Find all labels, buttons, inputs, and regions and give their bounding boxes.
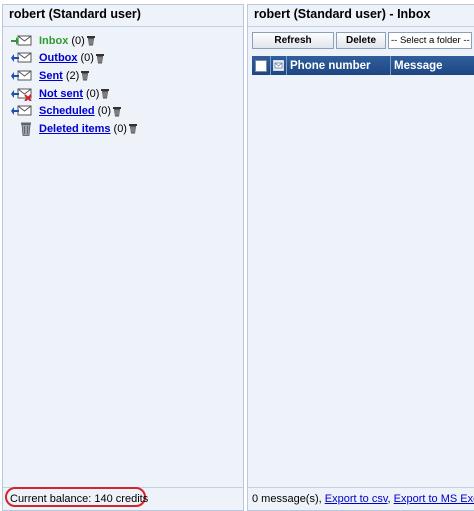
export-csv-link[interactable]: Export to csv <box>325 493 388 505</box>
recycle-bin-icon <box>11 122 33 136</box>
folder-count: (0) <box>86 87 100 100</box>
folder-item-sent[interactable]: Sent (2) <box>11 67 138 85</box>
folder-link-inbox[interactable]: Inbox <box>39 35 68 47</box>
message-type-icon <box>273 60 284 71</box>
folder-count: (0) <box>80 52 94 65</box>
outbox-icon <box>11 51 33 65</box>
folders-panel-title: robert (Standard user) <box>9 7 141 21</box>
message-column-header[interactable]: Message <box>391 56 474 75</box>
folder-item-deleted-items[interactable]: Deleted items (0) <box>11 120 138 138</box>
folder-select[interactable]: -- Select a folder -- <box>388 32 472 49</box>
trash-icon[interactable] <box>95 53 105 64</box>
folder-count: (0) <box>113 122 127 135</box>
trash-icon[interactable] <box>80 70 90 81</box>
export-excel-link[interactable]: Export to MS Excel x <box>394 493 474 505</box>
messages-status: 0 message(s), Export to csv, Export to M… <box>252 493 474 505</box>
select-all-checkbox[interactable] <box>252 56 271 75</box>
folder-list: Inbox (0) Outbox (0) Sent (2) Not sent (… <box>11 32 138 138</box>
folder-item-outbox[interactable]: Outbox (0) <box>11 50 138 68</box>
scheduled-icon <box>11 104 33 118</box>
folder-item-inbox[interactable]: Inbox (0) <box>11 32 138 50</box>
trash-icon[interactable] <box>128 123 138 134</box>
trash-icon[interactable] <box>86 35 96 46</box>
folder-count: (0) <box>71 34 85 47</box>
delete-button[interactable]: Delete <box>336 32 386 49</box>
folders-panel: robert (Standard user) Inbox (0) Outbox … <box>2 4 244 511</box>
messages-grid-header: Phone number Message <box>252 56 474 75</box>
folder-item-scheduled[interactable]: Scheduled (0) <box>11 102 138 120</box>
folder-link-outbox[interactable]: Outbox <box>39 52 78 64</box>
divider <box>3 26 243 27</box>
phone-number-column-header[interactable]: Phone number <box>287 56 391 75</box>
message-count: 0 message(s), <box>252 493 322 505</box>
messages-panel-title: robert (Standard user) - Inbox <box>254 7 431 21</box>
folder-link-sent[interactable]: Sent <box>39 70 63 82</box>
messages-panel: robert (Standard user) - Inbox Refresh D… <box>247 4 474 511</box>
checkbox-box <box>255 59 267 72</box>
folder-link-not-sent[interactable]: Not sent <box>39 88 83 100</box>
folder-link-scheduled[interactable]: Scheduled <box>39 105 95 117</box>
current-balance: Current balance: 140 credits <box>10 493 149 505</box>
divider <box>248 26 474 27</box>
separator: , <box>387 493 391 505</box>
not-sent-icon <box>11 87 33 101</box>
folder-count: (2) <box>65 69 80 82</box>
messages-toolbar: Refresh Delete -- Select a folder -- <box>252 32 474 52</box>
folder-item-not-sent[interactable]: Not sent (0) <box>11 85 138 103</box>
message-type-column <box>271 56 287 75</box>
messages-status-bar: 0 message(s), Export to csv, Export to M… <box>248 487 474 510</box>
sent-icon <box>11 69 33 83</box>
folder-count: (0) <box>97 105 112 118</box>
refresh-button[interactable]: Refresh <box>252 32 334 49</box>
folder-link-deleted-items[interactable]: Deleted items <box>39 123 111 135</box>
inbox-icon <box>11 34 33 48</box>
balance-status-bar: Current balance: 140 credits <box>3 487 243 510</box>
trash-icon[interactable] <box>112 106 122 117</box>
trash-icon[interactable] <box>100 88 110 99</box>
